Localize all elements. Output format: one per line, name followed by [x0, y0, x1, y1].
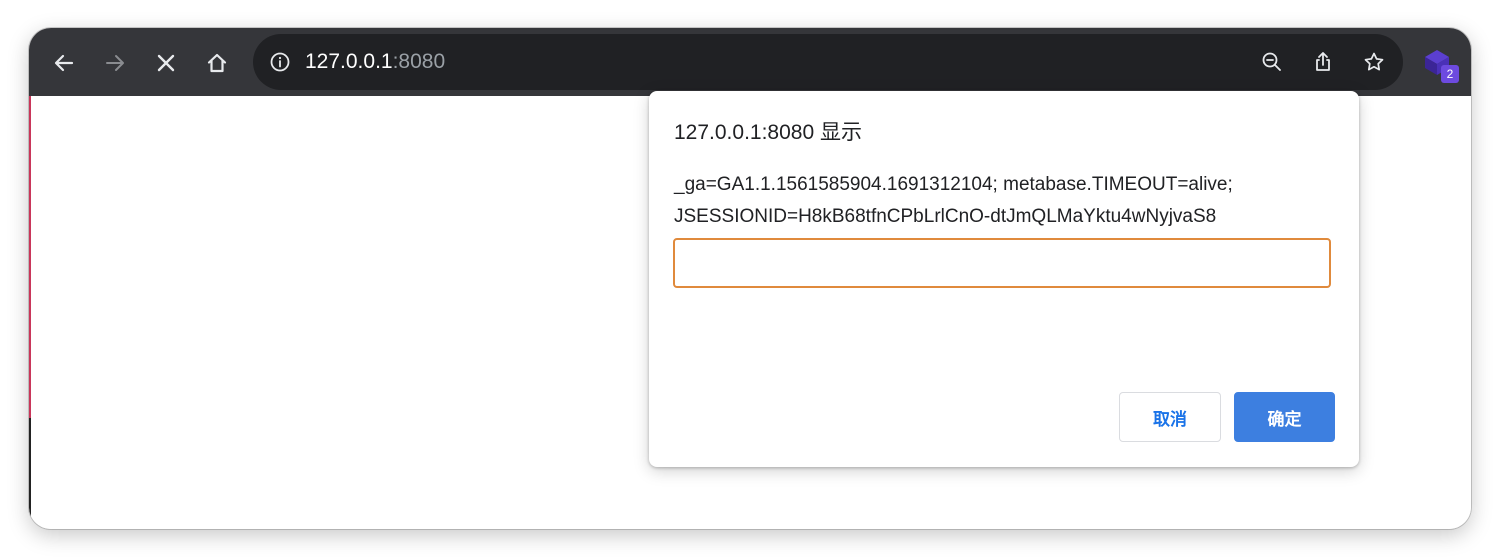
zoom-button[interactable] [1258, 48, 1286, 76]
extension-badge: 2 [1441, 65, 1459, 83]
info-icon[interactable] [269, 51, 291, 73]
dialog-message-line: _ga=GA1.1.1561585904.1691312104; metabas… [674, 174, 1233, 195]
bookmark-button[interactable] [1360, 48, 1388, 76]
address-bar[interactable]: 127.0.0.1:8080 [253, 34, 1403, 90]
dialog-message-line: JSESSIONID=H8kB68tfnCPbLrlCnO-dtJmQLMaYk… [674, 206, 1217, 227]
prompt-input[interactable] [673, 238, 1331, 288]
home-icon [207, 53, 227, 73]
dialog-title: 127.0.0.1:8080 显示 [674, 121, 862, 144]
browser-toolbar: 127.0.0.1:8080 2 [29, 28, 1471, 96]
arrow-left-icon [54, 54, 74, 72]
share-button[interactable] [1309, 48, 1337, 76]
dialog-message: _ga=GA1.1.1561585904.1691312104; metabas… [674, 169, 1344, 233]
url-text[interactable]: 127.0.0.1:8080 [305, 49, 445, 75]
arrow-right-icon [106, 55, 124, 71]
page-edge-accent [29, 96, 31, 418]
prompt-dialog: 127.0.0.1:8080 显示 _ga=GA1.1.1561585904.1… [649, 91, 1359, 467]
stop-loading-button[interactable] [148, 45, 184, 81]
url-host: 127.0.0.1 [305, 50, 393, 73]
home-button[interactable] [199, 45, 235, 81]
ok-button[interactable]: 确定 [1234, 392, 1335, 442]
page-edge-dark [29, 418, 31, 529]
back-button[interactable] [46, 45, 82, 81]
share-icon [1316, 52, 1330, 71]
zoom-out-icon [1262, 52, 1281, 71]
forward-button[interactable] [97, 45, 133, 81]
url-port: :8080 [392, 50, 446, 73]
star-icon [1364, 52, 1384, 71]
cancel-button[interactable]: 取消 [1119, 392, 1221, 442]
extension-button[interactable]: 2 [1422, 48, 1460, 86]
close-icon [157, 54, 175, 72]
